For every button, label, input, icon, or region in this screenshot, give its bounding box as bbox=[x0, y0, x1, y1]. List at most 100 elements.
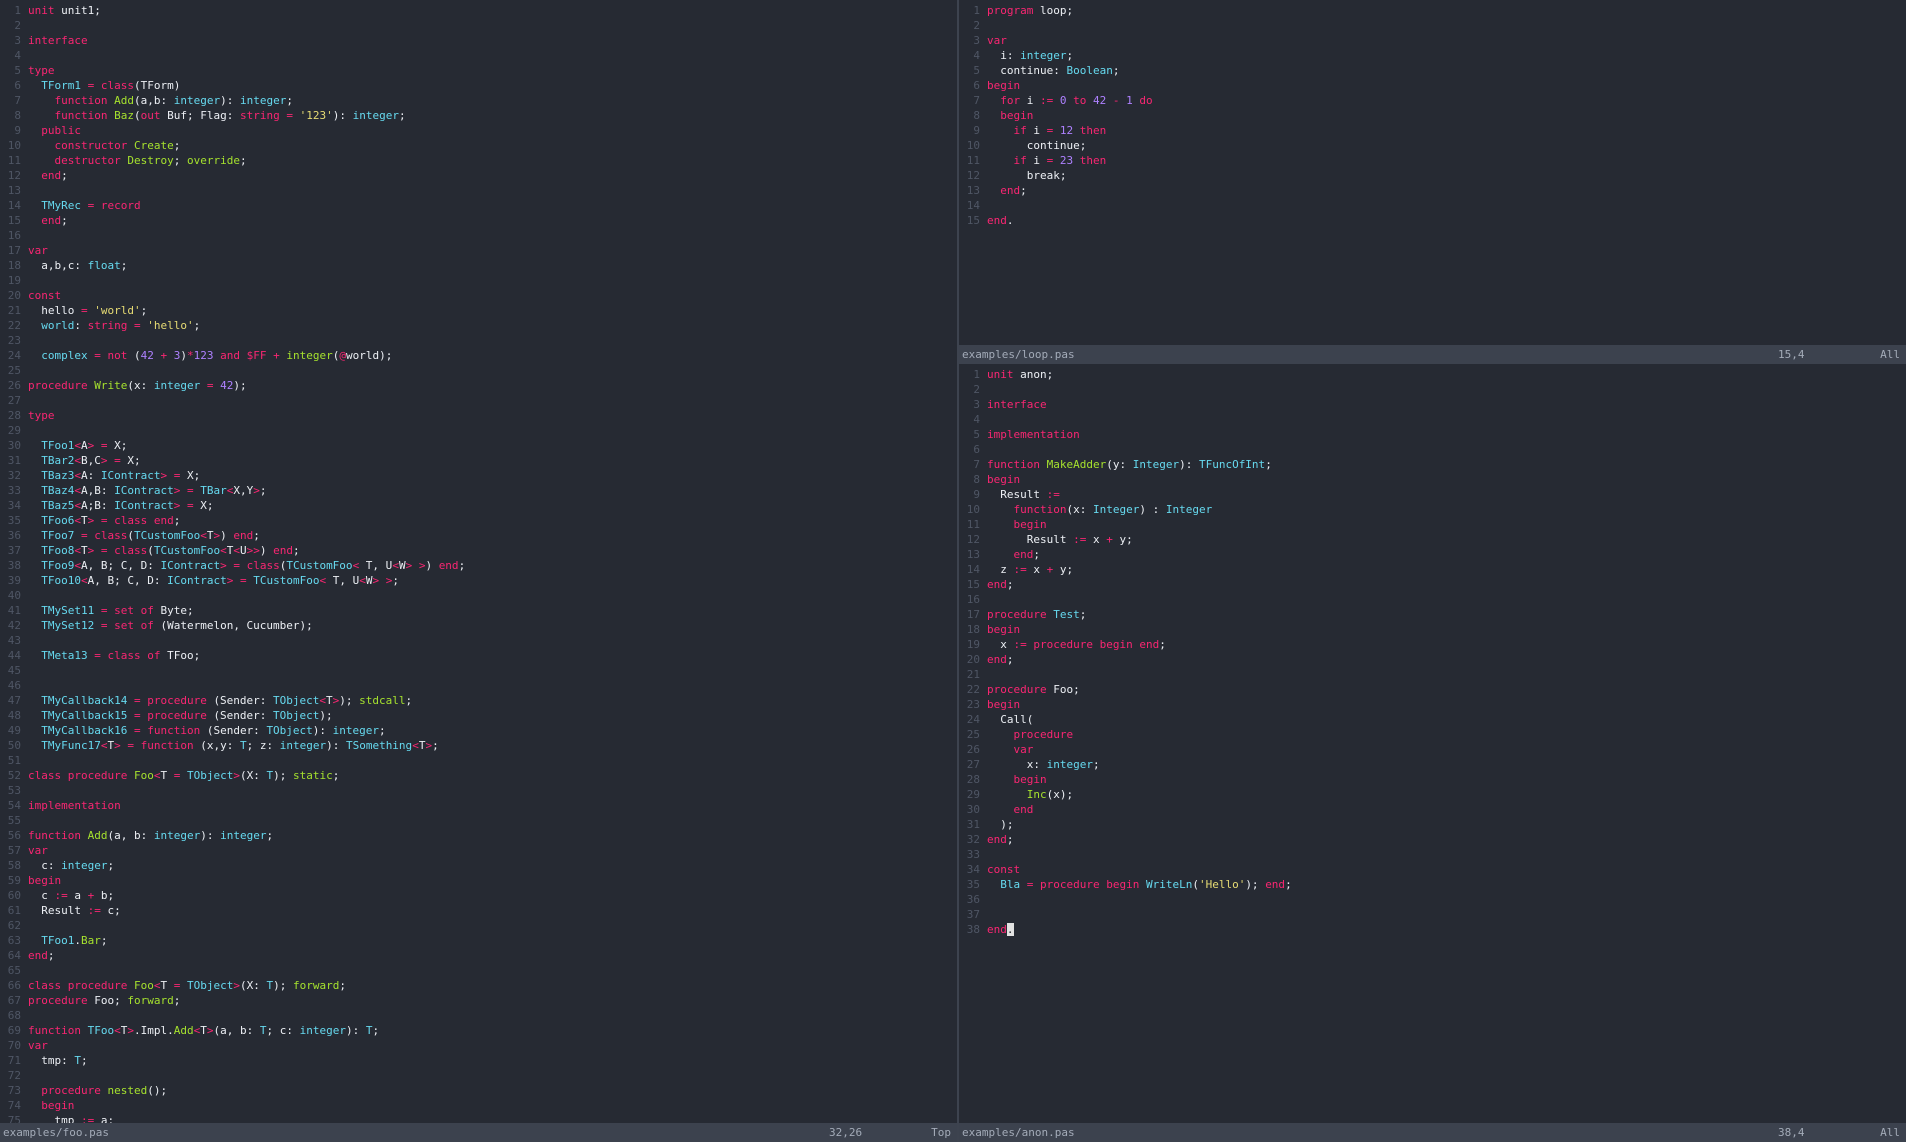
code-line[interactable]: 56function Add(a, b: integer): integer; bbox=[0, 828, 957, 843]
code-line[interactable]: 62 bbox=[0, 918, 957, 933]
code-line[interactable]: 11 begin bbox=[959, 517, 1906, 532]
code-line[interactable]: 47 TMyCallback14 = procedure (Sender: TO… bbox=[0, 693, 957, 708]
code-line[interactable]: 8begin bbox=[959, 472, 1906, 487]
code-line[interactable]: 31 TBar2<B,C> = X; bbox=[0, 453, 957, 468]
code-line[interactable]: 30 TFoo1<A> = X; bbox=[0, 438, 957, 453]
code-line[interactable]: 25 bbox=[0, 363, 957, 378]
code-line[interactable]: 2 bbox=[959, 382, 1906, 397]
code-line[interactable]: 37 bbox=[959, 907, 1906, 922]
code-line[interactable]: 13 bbox=[0, 183, 957, 198]
code-line[interactable]: 31 ); bbox=[959, 817, 1906, 832]
code-line[interactable]: 46 bbox=[0, 678, 957, 693]
code-line[interactable]: 23 bbox=[0, 333, 957, 348]
code-line[interactable]: 15 end; bbox=[0, 213, 957, 228]
code-line[interactable]: 19 x := procedure begin end; bbox=[959, 637, 1906, 652]
code-line[interactable]: 4 i: integer; bbox=[959, 48, 1906, 63]
code-line[interactable]: 59begin bbox=[0, 873, 957, 888]
code-line[interactable]: 24 complex = not (42 + 3)*123 and $FF + … bbox=[0, 348, 957, 363]
code-line[interactable]: 15end. bbox=[959, 213, 1906, 228]
code-line[interactable]: 6begin bbox=[959, 78, 1906, 93]
code-line[interactable]: 9 if i = 12 then bbox=[959, 123, 1906, 138]
code-line[interactable]: 11 destructor Destroy; override; bbox=[0, 153, 957, 168]
code-line[interactable]: 37 TFoo8<T> = class(TCustomFoo<T<U>>) en… bbox=[0, 543, 957, 558]
code-line[interactable]: 53 bbox=[0, 783, 957, 798]
code-line[interactable]: 2 bbox=[0, 18, 957, 33]
code-line[interactable]: 66class procedure Foo<T = TObject>(X: T)… bbox=[0, 978, 957, 993]
code-line[interactable]: 57var bbox=[0, 843, 957, 858]
code-line[interactable]: 8 function Baz(out Buf; Flag: string = '… bbox=[0, 108, 957, 123]
code-line[interactable]: 22 world: string = 'hello'; bbox=[0, 318, 957, 333]
code-line[interactable]: 1program loop; bbox=[959, 3, 1906, 18]
code-line[interactable]: 28type bbox=[0, 408, 957, 423]
code-line[interactable]: 29 Inc(x); bbox=[959, 787, 1906, 802]
code-line[interactable]: 7 for i := 0 to 42 - 1 do bbox=[959, 93, 1906, 108]
code-line[interactable]: 12 end; bbox=[0, 168, 957, 183]
code-line[interactable]: 5 continue: Boolean; bbox=[959, 63, 1906, 78]
editor-pane-foo[interactable]: 1unit unit1;23interface45type6 TForm1 = … bbox=[0, 0, 957, 1123]
code-line[interactable]: 23begin bbox=[959, 697, 1906, 712]
code-line[interactable]: 52class procedure Foo<T = TObject>(X: T)… bbox=[0, 768, 957, 783]
code-line[interactable]: 15end; bbox=[959, 577, 1906, 592]
code-line[interactable]: 3interface bbox=[0, 33, 957, 48]
code-line[interactable]: 32end; bbox=[959, 832, 1906, 847]
code-line[interactable]: 35 TFoo6<T> = class end; bbox=[0, 513, 957, 528]
code-line[interactable]: 1unit unit1; bbox=[0, 3, 957, 18]
code-line[interactable]: 28 begin bbox=[959, 772, 1906, 787]
code-line[interactable]: 2 bbox=[959, 18, 1906, 33]
code-line[interactable]: 32 TBaz3<A: IContract> = X; bbox=[0, 468, 957, 483]
code-line[interactable]: 75 tmp := a; bbox=[0, 1113, 957, 1123]
code-line[interactable]: 33 bbox=[959, 847, 1906, 862]
code-line[interactable]: 68 bbox=[0, 1008, 957, 1023]
code-line[interactable]: 17procedure Test; bbox=[959, 607, 1906, 622]
code-line[interactable]: 38 TFoo9<A, B; C, D: IContract> = class(… bbox=[0, 558, 957, 573]
code-line[interactable]: 22procedure Foo; bbox=[959, 682, 1906, 697]
code-line[interactable]: 5type bbox=[0, 63, 957, 78]
code-line[interactable]: 72 bbox=[0, 1068, 957, 1083]
code-line[interactable]: 14 bbox=[959, 198, 1906, 213]
code-line[interactable]: 49 TMyCallback16 = function (Sender: TOb… bbox=[0, 723, 957, 738]
code-line[interactable]: 30 end bbox=[959, 802, 1906, 817]
code-line[interactable]: 19 bbox=[0, 273, 957, 288]
code-line[interactable]: 42 TMySet12 = set of (Watermelon, Cucumb… bbox=[0, 618, 957, 633]
code-line[interactable]: 29 bbox=[0, 423, 957, 438]
code-line[interactable]: 36 TFoo7 = class(TCustomFoo<T>) end; bbox=[0, 528, 957, 543]
code-line[interactable]: 74 begin bbox=[0, 1098, 957, 1113]
code-line[interactable]: 69function TFoo<T>.Impl.Add<T>(a, b: T; … bbox=[0, 1023, 957, 1038]
code-line[interactable]: 20const bbox=[0, 288, 957, 303]
code-line[interactable]: 10 function(x: Integer) : Integer bbox=[959, 502, 1906, 517]
code-line[interactable]: 45 bbox=[0, 663, 957, 678]
code-line[interactable]: 26procedure Write(x: integer = 42); bbox=[0, 378, 957, 393]
code-line[interactable]: 25 procedure bbox=[959, 727, 1906, 742]
code-line[interactable]: 18 a,b,c: float; bbox=[0, 258, 957, 273]
code-line[interactable]: 34 TBaz5<A;B: IContract> = X; bbox=[0, 498, 957, 513]
code-line[interactable]: 5implementation bbox=[959, 427, 1906, 442]
code-line[interactable]: 27 bbox=[0, 393, 957, 408]
code-line[interactable]: 70var bbox=[0, 1038, 957, 1053]
code-line[interactable]: 54implementation bbox=[0, 798, 957, 813]
code-line[interactable]: 26 var bbox=[959, 742, 1906, 757]
code-line[interactable]: 18begin bbox=[959, 622, 1906, 637]
code-line[interactable]: 6 TForm1 = class(TForm) bbox=[0, 78, 957, 93]
code-line[interactable]: 12 Result := x + y; bbox=[959, 532, 1906, 547]
code-line[interactable]: 4 bbox=[0, 48, 957, 63]
code-line[interactable]: 8 begin bbox=[959, 108, 1906, 123]
code-line[interactable]: 9 Result := bbox=[959, 487, 1906, 502]
code-line[interactable]: 33 TBaz4<A,B: IContract> = TBar<X,Y>; bbox=[0, 483, 957, 498]
code-line[interactable]: 3var bbox=[959, 33, 1906, 48]
code-line[interactable]: 11 if i = 23 then bbox=[959, 153, 1906, 168]
code-line[interactable]: 51 bbox=[0, 753, 957, 768]
code-line[interactable]: 24 Call( bbox=[959, 712, 1906, 727]
code-line[interactable]: 21 bbox=[959, 667, 1906, 682]
code-line[interactable]: 9 public bbox=[0, 123, 957, 138]
code-line[interactable]: 71 tmp: T; bbox=[0, 1053, 957, 1068]
code-line[interactable]: 48 TMyCallback15 = procedure (Sender: TO… bbox=[0, 708, 957, 723]
code-line[interactable]: 16 bbox=[0, 228, 957, 243]
code-line[interactable]: 34const bbox=[959, 862, 1906, 877]
code-line[interactable]: 38end. bbox=[959, 922, 1906, 937]
code-line[interactable]: 63 TFoo1.Bar; bbox=[0, 933, 957, 948]
code-line[interactable]: 12 break; bbox=[959, 168, 1906, 183]
code-line[interactable]: 58 c: integer; bbox=[0, 858, 957, 873]
code-line[interactable]: 39 TFoo10<A, B; C, D: IContract> = TCust… bbox=[0, 573, 957, 588]
code-line[interactable]: 73 procedure nested(); bbox=[0, 1083, 957, 1098]
code-line[interactable]: 20end; bbox=[959, 652, 1906, 667]
